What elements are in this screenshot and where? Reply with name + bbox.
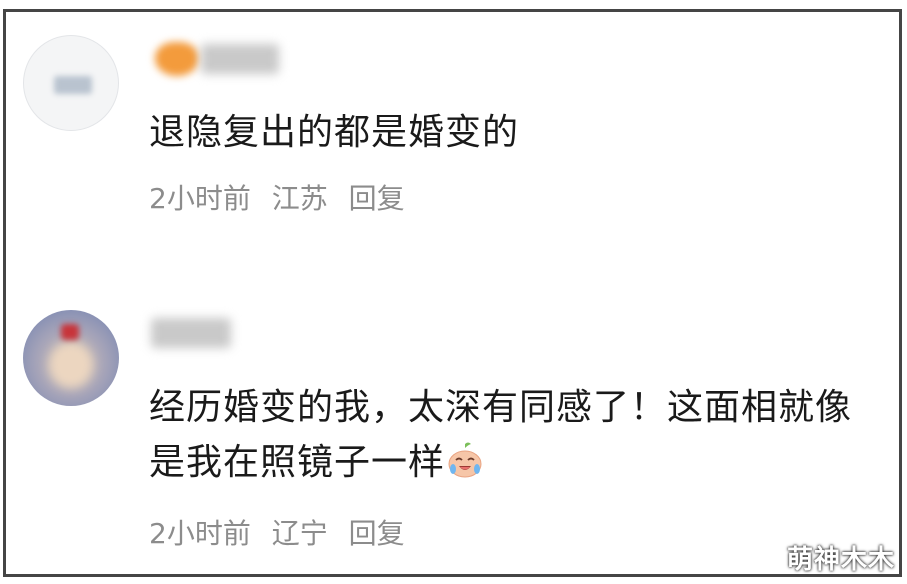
- watermark: 萌神木木: [786, 545, 895, 575]
- comment-location: 江苏: [271, 182, 328, 215]
- comment-location: 辽宁: [271, 517, 328, 550]
- username-blurred[interactable]: [149, 312, 289, 352]
- comment-text: 经历婚变的我，太深有同感了！这面相就像是我在照镜子一样: [149, 380, 869, 490]
- laugh-cry-peach-emoji-icon: [445, 440, 485, 480]
- comment-text: 退隐复出的都是婚变的: [149, 112, 520, 153]
- comment-text-content: 经历婚变的我，太深有同感了！这面相就像是我在照镜子一样: [149, 387, 853, 483]
- comment-meta: 2小时前 江苏 回复: [149, 177, 417, 217]
- username-blurred[interactable]: [149, 38, 289, 78]
- reply-button[interactable]: 回复: [349, 182, 405, 215]
- reply-button[interactable]: 回复: [349, 517, 405, 550]
- comment-time: 2小时前: [149, 517, 251, 550]
- comment-meta: 2小时前 辽宁 回复: [149, 512, 417, 552]
- avatar[interactable]: [23, 310, 119, 406]
- avatar[interactable]: [23, 35, 119, 131]
- comment-time: 2小时前: [149, 182, 251, 215]
- comment-panel: 退隐复出的都是婚变的 2小时前 江苏 回复 经历婚变的我，太深有同感了！这面相就…: [3, 9, 902, 577]
